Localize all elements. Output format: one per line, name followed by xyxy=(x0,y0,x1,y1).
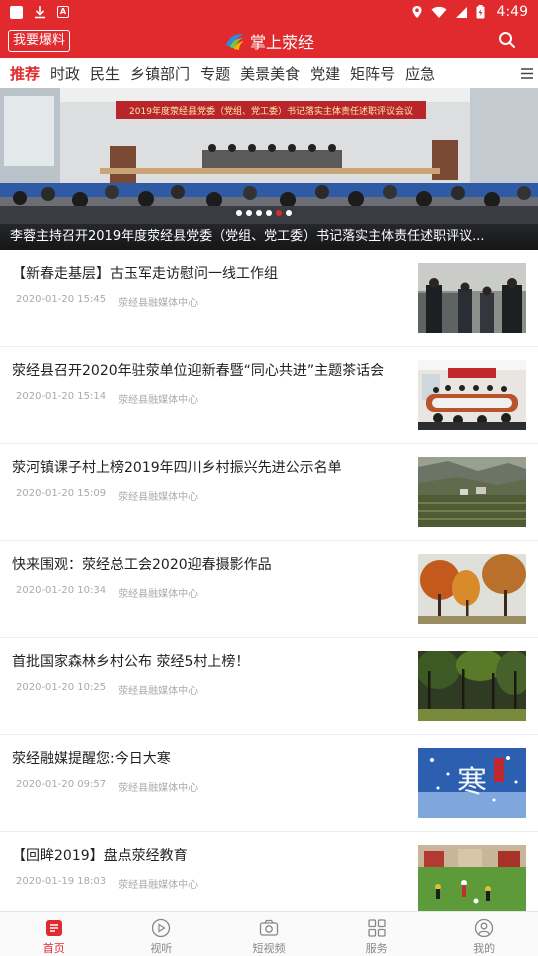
location-icon xyxy=(412,6,422,18)
carousel-dot-active[interactable] xyxy=(276,210,282,216)
list-item[interactable]: 荥经县召开2020年驻荥单位迎新春暨“同心共进”主题茶话会 2020-01-20… xyxy=(0,347,538,444)
hero-banner-text: 2019年度荥经县党委（党组、党工委）书记落实主体责任述职评议会议 xyxy=(129,105,413,117)
grid-icon xyxy=(367,919,386,937)
news-time: 2020-01-20 15:45 xyxy=(16,294,107,305)
news-time: 2020-01-20 09:57 xyxy=(16,779,107,790)
carousel-dot[interactable] xyxy=(286,210,292,216)
tab-livelihood[interactable]: 民生 xyxy=(80,63,120,84)
dahan-character: 寒 xyxy=(457,765,487,800)
news-source: 荥经县融媒体中心 xyxy=(118,492,199,503)
carousel-dot[interactable] xyxy=(236,210,242,216)
status-bar: A 4:49 xyxy=(0,0,538,24)
news-time: 2020-01-20 10:34 xyxy=(16,585,107,596)
news-list: 【新春走基层】古玉军走访慰问一线工作组 2020-01-20 15:45 荥经县… xyxy=(0,250,538,929)
news-thumbnail[interactable] xyxy=(418,457,526,527)
news-meta: 2020-01-20 15:09 荥经县融媒体中心 xyxy=(16,488,198,503)
tab-party-building[interactable]: 党建 xyxy=(300,63,340,84)
hero-caption[interactable]: 李蓉主持召开2019年度荥经县党委（党组、党工委）书记落实主体责任述职评议... xyxy=(0,224,538,250)
news-title[interactable]: 首批国家森林乡村公布 荥经5村上榜！ xyxy=(12,651,408,671)
news-title[interactable]: 快来围观：荥经总工会2020迎春摄影作品 xyxy=(12,554,408,574)
news-source: 荥经县融媒体中心 xyxy=(118,686,199,697)
news-thumbnail[interactable] xyxy=(418,651,526,721)
list-item[interactable]: 荥河镇课子村上榜2019年四川乡村振兴先进公示名单 2020-01-20 15:… xyxy=(0,444,538,541)
nav-services[interactable]: 服务 xyxy=(323,912,431,956)
bottom-navigation: 首页 视听 短视频 服务 我的 xyxy=(0,911,538,956)
hero-carousel[interactable]: 2019年度荥经县党委（党组、党工委）书记落实主体责任述职评议会议 李蓉主持召开… xyxy=(0,88,538,250)
app-brand: 掌上荥经 xyxy=(0,24,538,58)
wifi-icon xyxy=(431,6,447,18)
signal-icon xyxy=(455,6,467,18)
download-icon xyxy=(35,6,45,19)
list-item[interactable]: 快来围观：荥经总工会2020迎春摄影作品 2020-01-20 10:34 荥经… xyxy=(0,541,538,638)
nav-label: 视听 xyxy=(150,942,173,955)
tab-topics[interactable]: 专题 xyxy=(190,63,230,84)
notification-icon xyxy=(10,5,23,19)
news-title[interactable]: 荥经融媒提醒您:今日大寒 xyxy=(12,748,408,768)
news-time: 2020-01-20 15:14 xyxy=(16,391,107,402)
report-button[interactable]: 我要爆料 xyxy=(8,30,71,52)
news-meta: 2020-01-20 10:25 荥经县融媒体中心 xyxy=(16,682,198,697)
news-title[interactable]: 荥河镇课子村上榜2019年四川乡村振兴先进公示名单 xyxy=(12,457,408,477)
news-thumbnail[interactable] xyxy=(418,360,526,430)
news-time: 2020-01-20 10:25 xyxy=(16,682,107,693)
clock: 4:49 xyxy=(496,4,528,20)
carousel-dot[interactable] xyxy=(256,210,262,216)
home-icon xyxy=(45,920,62,936)
tab-emergency[interactable]: 应急 xyxy=(395,63,435,84)
news-source: 荥经县融媒体中心 xyxy=(118,395,199,406)
news-source: 荥经县融媒体中心 xyxy=(118,298,199,309)
tab-scenery-food[interactable]: 美景美食 xyxy=(230,63,300,84)
nav-audiovisual[interactable]: 视听 xyxy=(108,912,216,956)
carousel-dot[interactable] xyxy=(266,210,272,216)
news-meta: 2020-01-19 18:03 荥经县融媒体中心 xyxy=(16,876,198,891)
tab-politics[interactable]: 时政 xyxy=(40,63,80,84)
tab-recommend[interactable]: 推荐 xyxy=(0,63,40,84)
news-time: 2020-01-20 15:09 xyxy=(16,488,107,499)
news-source: 荥经县融媒体中心 xyxy=(118,880,199,891)
nav-profile[interactable]: 我的 xyxy=(430,912,538,956)
news-meta: 2020-01-20 09:57 荥经县融媒体中心 xyxy=(16,779,198,794)
nav-label: 短视频 xyxy=(252,942,286,955)
news-thumbnail[interactable] xyxy=(418,554,526,624)
list-item[interactable]: 【新春走基层】古玉军走访慰问一线工作组 2020-01-20 15:45 荥经县… xyxy=(0,250,538,347)
camera-icon xyxy=(259,919,279,936)
app-notification-icon: A xyxy=(57,6,69,18)
search-icon[interactable] xyxy=(498,31,516,49)
app-header: 掌上荥经 我要爆料 xyxy=(0,24,538,58)
play-icon xyxy=(152,918,171,938)
category-tabs: 推荐 时政 民生 乡镇部门 专题 美景美食 党建 矩阵号 应急 xyxy=(0,58,538,88)
app-logo-icon xyxy=(225,34,244,50)
list-item[interactable]: 荥经融媒提醒您:今日大寒 2020-01-20 09:57 荥经县融媒体中心 寒 xyxy=(0,735,538,832)
tab-matrix[interactable]: 矩阵号 xyxy=(340,63,395,84)
list-item[interactable]: 首批国家森林乡村公布 荥经5村上榜！ 2020-01-20 10:25 荥经县融… xyxy=(0,638,538,735)
news-time: 2020-01-19 18:03 xyxy=(16,876,107,887)
nav-label: 我的 xyxy=(473,942,496,955)
news-title[interactable]: 【回眸2019】盘点荥经教育 xyxy=(12,845,408,865)
nav-label: 服务 xyxy=(365,942,388,955)
carousel-dot[interactable] xyxy=(246,210,252,216)
news-source: 荥经县融媒体中心 xyxy=(118,783,199,794)
news-meta: 2020-01-20 10:34 荥经县融媒体中心 xyxy=(16,585,198,600)
news-source: 荥经县融媒体中心 xyxy=(118,589,199,600)
news-thumbnail[interactable] xyxy=(418,845,526,915)
news-meta: 2020-01-20 15:14 荥经县融媒体中心 xyxy=(16,391,198,406)
app-title: 掌上荥经 xyxy=(249,33,314,52)
nav-home[interactable]: 首页 xyxy=(0,912,108,956)
news-thumbnail[interactable] xyxy=(418,263,526,333)
news-thumbnail[interactable]: 寒 xyxy=(418,748,526,818)
nav-short-video[interactable]: 短视频 xyxy=(215,912,323,956)
carousel-dots xyxy=(236,210,292,216)
news-title[interactable]: 【新春走基层】古玉军走访慰问一线工作组 xyxy=(12,263,408,283)
tab-towns-departments[interactable]: 乡镇部门 xyxy=(120,63,190,84)
nav-label: 首页 xyxy=(42,942,65,955)
user-icon xyxy=(475,918,494,938)
news-title[interactable]: 荥经县召开2020年驻荥单位迎新春暨“同心共进”主题茶话会 xyxy=(12,360,408,380)
battery-icon xyxy=(476,5,485,19)
news-meta: 2020-01-20 15:45 荥经县融媒体中心 xyxy=(16,294,198,309)
tab-menu-icon[interactable] xyxy=(516,58,538,88)
